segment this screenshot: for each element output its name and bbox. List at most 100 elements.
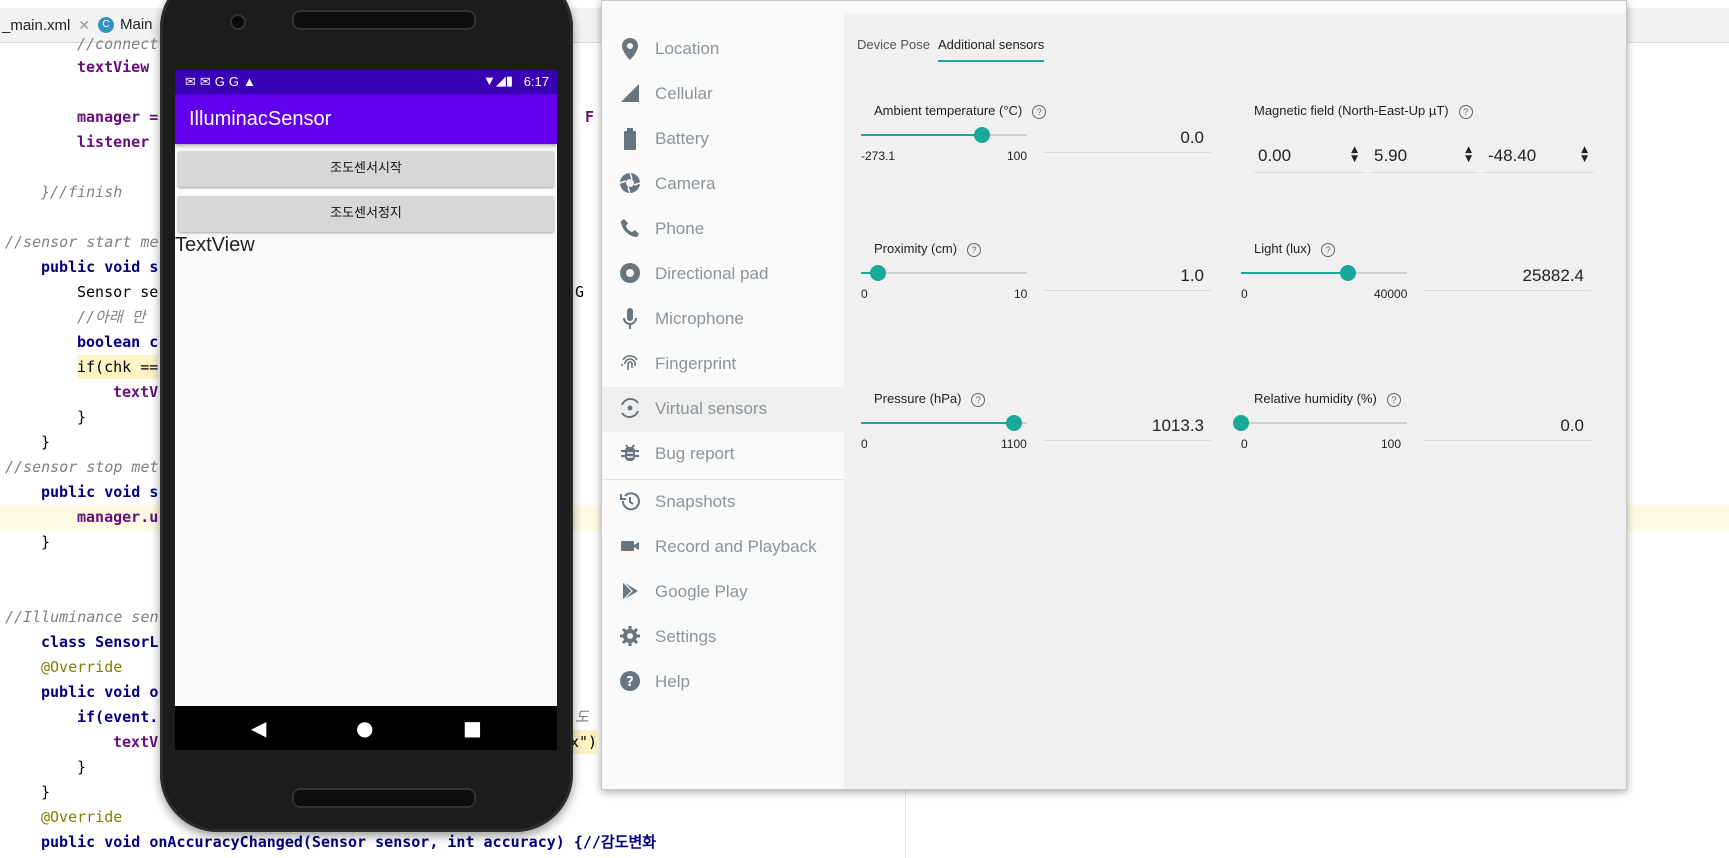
slider-fill (861, 422, 1014, 424)
camera-aperture-icon (618, 172, 642, 196)
sidebar-item-record-playback[interactable]: Record and Playback (602, 525, 844, 570)
spinner-arrows-icon[interactable]: ▲ ▼ (1351, 146, 1358, 164)
help-icon[interactable]: ? (1032, 104, 1047, 119)
overview-icon[interactable]: ■ (463, 718, 482, 738)
slider-thumb[interactable] (1340, 265, 1357, 281)
magnetic-field-y-spinner[interactable]: 5.90 ▲ ▼ (1370, 136, 1478, 173)
light-slider[interactable] (1241, 265, 1407, 281)
home-icon[interactable]: ● (356, 718, 373, 738)
code-line: public void onAccuracyChanged(Sensor sen… (41, 833, 657, 851)
code-line: //sensor stop met (5, 458, 159, 476)
start-sensor-button[interactable]: 조도센서시작 (178, 151, 554, 187)
help-icon[interactable]: ? (971, 392, 986, 407)
relative-humidity-slider[interactable] (1233, 415, 1407, 431)
notification-icons: ✉✉GG▲ (185, 74, 260, 89)
sidebar-item-label: Directional pad (655, 264, 769, 283)
code-line: @Override (41, 658, 123, 676)
code-line-fragment: F (585, 108, 595, 126)
code-line: //connect (77, 35, 159, 53)
code-line: class SensorL (41, 633, 159, 651)
help-icon[interactable]: ? (967, 242, 982, 257)
magnetic-field-z-spinner[interactable]: -48.40 ▲ ▼ (1484, 136, 1594, 173)
navigation-bar: ◀ ● ■ (175, 706, 557, 750)
light-value[interactable]: 25882.4 (1424, 266, 1584, 286)
slider-thumb[interactable] (869, 265, 886, 281)
spinner-arrows-icon[interactable]: ▲ ▼ (1465, 146, 1472, 164)
ambient-temperature-slider[interactable] (861, 127, 1027, 143)
status-time: 6:17 (523, 74, 549, 89)
ambient-temperature-value[interactable]: 0.0 (1044, 128, 1204, 148)
pressure-slider[interactable] (861, 415, 1027, 431)
stop-sensor-button[interactable]: 조도센서정지 (178, 196, 554, 232)
signal-battery-icons: ▼◢▮ (482, 73, 513, 88)
slider-fill (1241, 272, 1349, 274)
value-underline (1424, 440, 1591, 441)
sidebar-item-label: Cellular (655, 84, 713, 103)
active-tab-indicator (938, 60, 1044, 62)
phone-screen[interactable]: ✉✉GG▲ ▼◢▮ 6:17 IlluminacSensor 조도센서시작 조도… (175, 70, 557, 750)
fingerprint-icon (618, 352, 642, 376)
code-line: } (41, 533, 51, 551)
slider-thumb[interactable] (974, 127, 991, 143)
pressure-value[interactable]: 1013.3 (1044, 416, 1204, 436)
tab-additional-sensors[interactable]: Additional sensors (938, 37, 1044, 52)
code-line: manager = (77, 108, 159, 126)
microphone-icon (618, 307, 642, 331)
light-label: Light (lux)? (1254, 241, 1336, 257)
code-line-fragment: G (575, 283, 585, 301)
tab-device-pose[interactable]: Device Pose (857, 37, 930, 52)
help-icon: ? (618, 670, 642, 694)
code-line: textView (77, 58, 150, 76)
sidebar-item-microphone[interactable]: Microphone (602, 297, 844, 342)
code-line: } (41, 783, 51, 801)
slider-thumb[interactable] (1233, 415, 1249, 431)
sidebar-item-label: Microphone (655, 309, 744, 328)
code-line: textV (113, 733, 159, 751)
close-icon[interactable]: ✕ (78, 17, 90, 33)
front-camera (230, 14, 246, 30)
help-icon[interactable]: ? (1321, 242, 1336, 257)
history-icon (618, 490, 642, 514)
spinner-arrows-icon[interactable]: ▲ ▼ (1581, 146, 1588, 164)
code-line: boolean c (77, 333, 159, 351)
phone-handset-icon (618, 217, 642, 241)
sensor-text-view: TextView (175, 234, 255, 256)
code-line: Sensor se (77, 283, 159, 301)
sidebar-item-virtual-sensors[interactable]: Virtual sensors (602, 387, 844, 432)
sidebar-item-camera[interactable]: Camera (602, 162, 844, 207)
sidebar-item-settings[interactable]: Settings (602, 615, 844, 660)
sidebar-item-battery[interactable]: Battery (602, 117, 844, 162)
sidebar-item-fingerprint[interactable]: Fingerprint (602, 342, 844, 387)
proximity-slider[interactable] (861, 265, 1027, 281)
code-line: //Illuminance sen (5, 608, 159, 626)
slider-min-label: 0 (1241, 287, 1248, 301)
help-icon[interactable]: ? (1458, 104, 1473, 119)
sidebar-item-bug-report[interactable]: Bug report (602, 432, 844, 477)
sidebar-item-directional-pad[interactable]: Directional pad (602, 252, 844, 297)
relative-humidity-value[interactable]: 0.0 (1424, 416, 1584, 436)
code-line: } (77, 408, 87, 426)
sidebar-item-label: Settings (655, 627, 717, 646)
back-icon[interactable]: ◀ (251, 718, 266, 738)
window-title-bar[interactable] (602, 1, 1626, 13)
bug-icon (618, 442, 642, 466)
ambient-temperature-label-text: Ambient temperature (°C) (874, 103, 1023, 118)
sidebar-item-label: Phone (655, 219, 705, 238)
sidebar-item-snapshots[interactable]: Snapshots (602, 480, 844, 525)
slider-thumb[interactable] (1005, 415, 1022, 431)
sidebar-item-google-play[interactable]: Google Play (602, 570, 844, 615)
code-line: textV (113, 383, 159, 401)
sidebar-item-phone[interactable]: Phone (602, 207, 844, 252)
relative-humidity-label: Relative humidity (%)? (1254, 391, 1401, 407)
value-underline (1044, 440, 1211, 441)
extended-controls-window: Location Cellular Battery Camera Phone D… (601, 0, 1627, 790)
sidebar-item-help[interactable]: ? Help (602, 660, 844, 705)
slider-max-label: 1100 (1001, 437, 1027, 451)
sidebar-item-cellular[interactable]: Cellular (602, 72, 844, 117)
sidebar-item-location[interactable]: Location (602, 27, 844, 72)
magnetic-field-x-spinner[interactable]: 0.00 ▲ ▼ (1254, 136, 1364, 173)
proximity-value[interactable]: 1.0 (1044, 266, 1204, 286)
help-icon[interactable]: ? (1386, 392, 1401, 407)
code-line: listener (77, 133, 150, 151)
app-title: IlluminacSensor (175, 94, 557, 144)
